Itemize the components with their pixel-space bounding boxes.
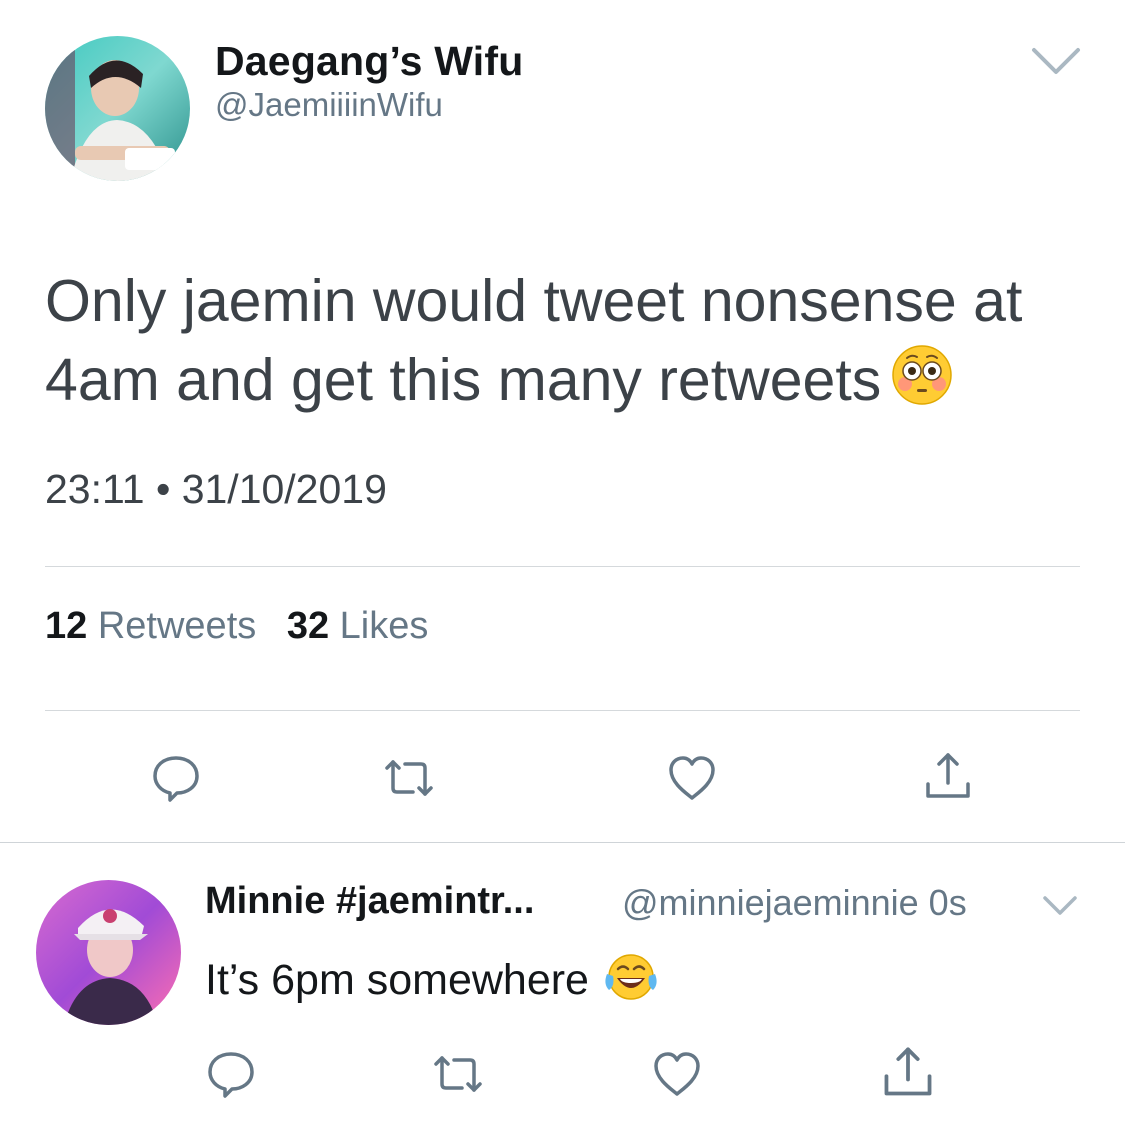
share-icon[interactable]	[880, 1044, 932, 1096]
reply-text: It’s 6pm somewhere	[205, 952, 659, 1013]
retweets-label[interactable]: Retweets	[98, 605, 256, 647]
like-icon[interactable]	[666, 752, 718, 804]
retweets-count[interactable]: 12	[45, 605, 87, 647]
chevron-down-icon[interactable]	[1042, 893, 1078, 919]
tears-of-joy-icon	[603, 952, 659, 1013]
share-icon[interactable]	[922, 750, 974, 802]
chevron-down-icon[interactable]	[1030, 44, 1082, 78]
reply-display-name[interactable]: Minnie #jaemintr...	[205, 880, 534, 923]
likes-label[interactable]: Likes	[340, 605, 429, 647]
divider	[0, 842, 1125, 843]
tweet-body: Only jaemin would tweet nonsense at 4am …	[45, 268, 1023, 413]
retweet-icon[interactable]	[383, 752, 435, 804]
tweet-stats: 12 Retweets 32 Likes	[45, 605, 428, 648]
reply-handle-time[interactable]: @minniejaeminnie 0s	[622, 882, 967, 924]
reply-body: It’s 6pm somewhere	[205, 956, 589, 1004]
avatar[interactable]	[45, 36, 190, 181]
display-name[interactable]: Daegang’s Wifu	[215, 38, 523, 85]
flushed-face-icon	[891, 344, 953, 426]
divider	[45, 710, 1080, 711]
like-icon[interactable]	[651, 1048, 703, 1100]
reply-icon[interactable]	[205, 1048, 257, 1100]
user-handle[interactable]: @JaemiiiinWifu	[215, 86, 443, 124]
tweet-text: Only jaemin would tweet nonsense at 4am …	[45, 262, 1105, 426]
divider	[45, 566, 1080, 567]
likes-count[interactable]: 32	[287, 605, 329, 647]
retweet-icon[interactable]	[432, 1048, 484, 1100]
tweet-timestamp[interactable]: 23:11 • 31/10/2019	[45, 466, 387, 513]
avatar[interactable]	[36, 880, 181, 1025]
reply-icon[interactable]	[150, 752, 202, 804]
